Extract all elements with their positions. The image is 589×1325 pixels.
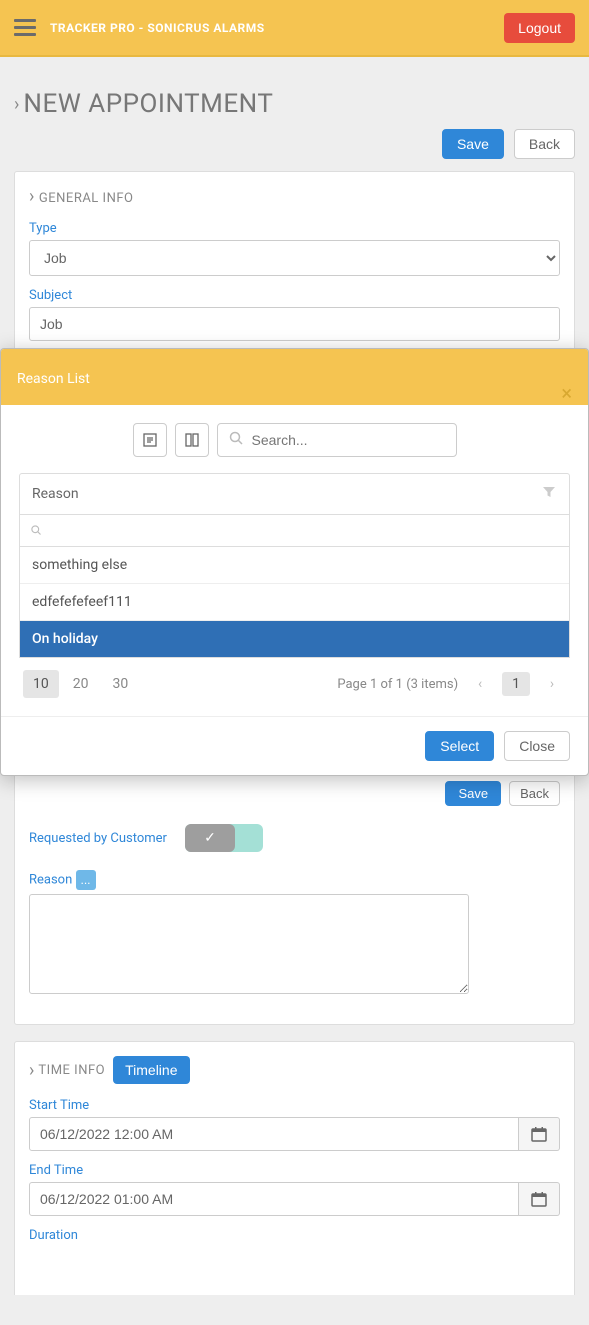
grid-filter-row bbox=[19, 515, 570, 547]
toggle-knob: ✓ bbox=[185, 824, 235, 852]
type-label: Type bbox=[29, 221, 560, 236]
end-time-input[interactable] bbox=[29, 1182, 519, 1216]
pager-next-icon[interactable]: › bbox=[538, 670, 566, 698]
funnel-icon bbox=[541, 484, 557, 500]
start-time-input-group bbox=[29, 1117, 560, 1151]
subject-group: Subject bbox=[29, 288, 560, 341]
export-icon-button[interactable] bbox=[133, 423, 167, 457]
inner-actions: Save Back bbox=[29, 781, 560, 806]
modal-footer: Select Close bbox=[1, 716, 588, 775]
reason-label: Reason ... bbox=[29, 870, 560, 890]
start-time-calendar-button[interactable] bbox=[519, 1117, 560, 1151]
reason-textarea[interactable] bbox=[29, 894, 469, 994]
duration-group: Duration bbox=[29, 1228, 560, 1243]
logout-button[interactable]: Logout bbox=[504, 13, 575, 43]
grid-header[interactable]: Reason bbox=[19, 473, 570, 515]
hamburger-menu-icon[interactable] bbox=[14, 19, 36, 36]
check-icon: ✓ bbox=[204, 830, 216, 846]
end-time-input-group bbox=[29, 1182, 560, 1216]
magnifier-icon bbox=[228, 430, 244, 446]
reason-picker-button[interactable]: ... bbox=[76, 870, 96, 890]
reason-group: Reason ... bbox=[29, 870, 560, 998]
pager-info: Page 1 of 1 (3 items) bbox=[337, 677, 458, 692]
subject-input[interactable] bbox=[29, 307, 560, 341]
page-title: NEW APPOINTMENT bbox=[23, 89, 273, 119]
modal-close-button[interactable]: Close bbox=[504, 731, 570, 761]
type-select[interactable]: Job bbox=[29, 240, 560, 276]
chevron-right-icon bbox=[29, 191, 39, 206]
start-time-input[interactable] bbox=[29, 1117, 519, 1151]
end-time-calendar-button[interactable] bbox=[519, 1182, 560, 1216]
reason-list-modal: Reason List × Reason bbox=[0, 348, 589, 776]
column-header-reason: Reason bbox=[32, 486, 79, 502]
search-icon bbox=[228, 430, 244, 450]
app-brand: TRACKER PRO - SONICRUS ALARMS bbox=[50, 21, 265, 35]
inner-back-button[interactable]: Back bbox=[509, 781, 560, 806]
grid-body: something else edfefefefeef111 On holida… bbox=[19, 547, 570, 658]
modal-close-icon[interactable]: × bbox=[561, 381, 572, 405]
magnifier-icon bbox=[30, 524, 42, 536]
start-time-label: Start Time bbox=[29, 1098, 560, 1113]
timeline-button[interactable]: Timeline bbox=[113, 1056, 189, 1084]
grid-filter-input[interactable] bbox=[45, 524, 521, 539]
end-time-group: End Time bbox=[29, 1163, 560, 1216]
export-icon bbox=[142, 432, 158, 448]
topbar-left: TRACKER PRO - SONICRUS ALARMS bbox=[14, 19, 265, 36]
save-button[interactable]: Save bbox=[442, 129, 504, 159]
page-size-20[interactable]: 20 bbox=[63, 670, 99, 698]
modal-title: Reason List bbox=[17, 371, 90, 387]
top-bar: TRACKER PRO - SONICRUS ALARMS Logout bbox=[0, 0, 589, 57]
page-size-30[interactable]: 30 bbox=[103, 670, 139, 698]
grid-footer: 10 20 30 Page 1 of 1 (3 items) ‹ 1 › bbox=[19, 658, 570, 698]
start-time-group: Start Time bbox=[29, 1098, 560, 1151]
requested-label: Requested by Customer bbox=[29, 831, 167, 846]
grid-row[interactable]: something else bbox=[20, 547, 569, 583]
chevron-right-icon bbox=[14, 94, 23, 115]
requested-toggle[interactable]: ✓ bbox=[185, 824, 263, 852]
general-info-header: GENERAL INFO bbox=[29, 186, 560, 207]
time-info-card: TIME INFO Timeline Start Time End Time bbox=[14, 1041, 575, 1295]
section-title: GENERAL INFO bbox=[39, 191, 134, 206]
columns-icon bbox=[184, 432, 200, 448]
end-time-label: End Time bbox=[29, 1163, 560, 1178]
pager-current-page[interactable]: 1 bbox=[502, 672, 530, 696]
duration-label: Duration bbox=[29, 1228, 560, 1243]
page-title-row: NEW APPOINTMENT bbox=[14, 89, 575, 119]
modal-header: Reason List × bbox=[1, 353, 588, 405]
page-actions: Save Back bbox=[14, 129, 575, 159]
columns-icon-button[interactable] bbox=[175, 423, 209, 457]
inner-save-button[interactable]: Save bbox=[445, 781, 501, 806]
filter-icon[interactable] bbox=[541, 484, 557, 504]
modal-search-input[interactable] bbox=[252, 432, 446, 448]
reason-label-text: Reason bbox=[29, 872, 72, 887]
modal-body: Reason something else edfefefefeef111 On… bbox=[1, 405, 588, 716]
calendar-icon bbox=[531, 1191, 547, 1207]
pager: Page 1 of 1 (3 items) ‹ 1 › bbox=[337, 670, 566, 698]
search-icon bbox=[30, 525, 45, 539]
time-info-header: TIME INFO Timeline bbox=[29, 1056, 560, 1084]
page-size-10[interactable]: 10 bbox=[23, 670, 59, 698]
modal-toolbar bbox=[19, 423, 570, 457]
type-group: Type Job bbox=[29, 221, 560, 276]
pager-prev-icon[interactable]: ‹ bbox=[466, 670, 494, 698]
subject-label: Subject bbox=[29, 288, 560, 303]
grid-row[interactable]: On holiday bbox=[20, 620, 569, 657]
grid-row[interactable]: edfefefefeef111 bbox=[20, 583, 569, 620]
modal-search-box bbox=[217, 423, 457, 457]
page-size-selector: 10 20 30 bbox=[23, 670, 138, 698]
calendar-icon bbox=[531, 1126, 547, 1142]
requested-row: Requested by Customer ✓ bbox=[29, 824, 560, 852]
section-title: TIME INFO bbox=[38, 1063, 105, 1078]
modal-select-button[interactable]: Select bbox=[425, 731, 494, 761]
chevron-right-icon bbox=[29, 1060, 38, 1081]
back-button[interactable]: Back bbox=[514, 129, 575, 159]
